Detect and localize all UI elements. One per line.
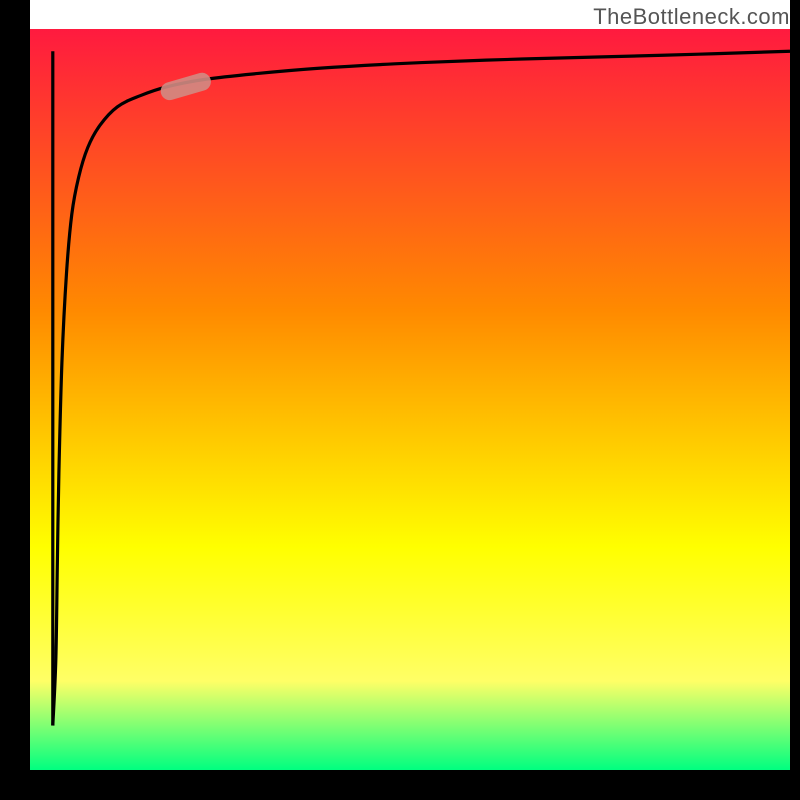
chart-svg <box>0 0 800 800</box>
frame-left <box>0 0 30 800</box>
attribution-text: TheBottleneck.com <box>593 4 790 30</box>
gradient-background <box>30 29 790 770</box>
frame-right <box>790 0 800 800</box>
chart-container: TheBottleneck.com <box>0 0 800 800</box>
frame-bottom <box>0 770 800 800</box>
